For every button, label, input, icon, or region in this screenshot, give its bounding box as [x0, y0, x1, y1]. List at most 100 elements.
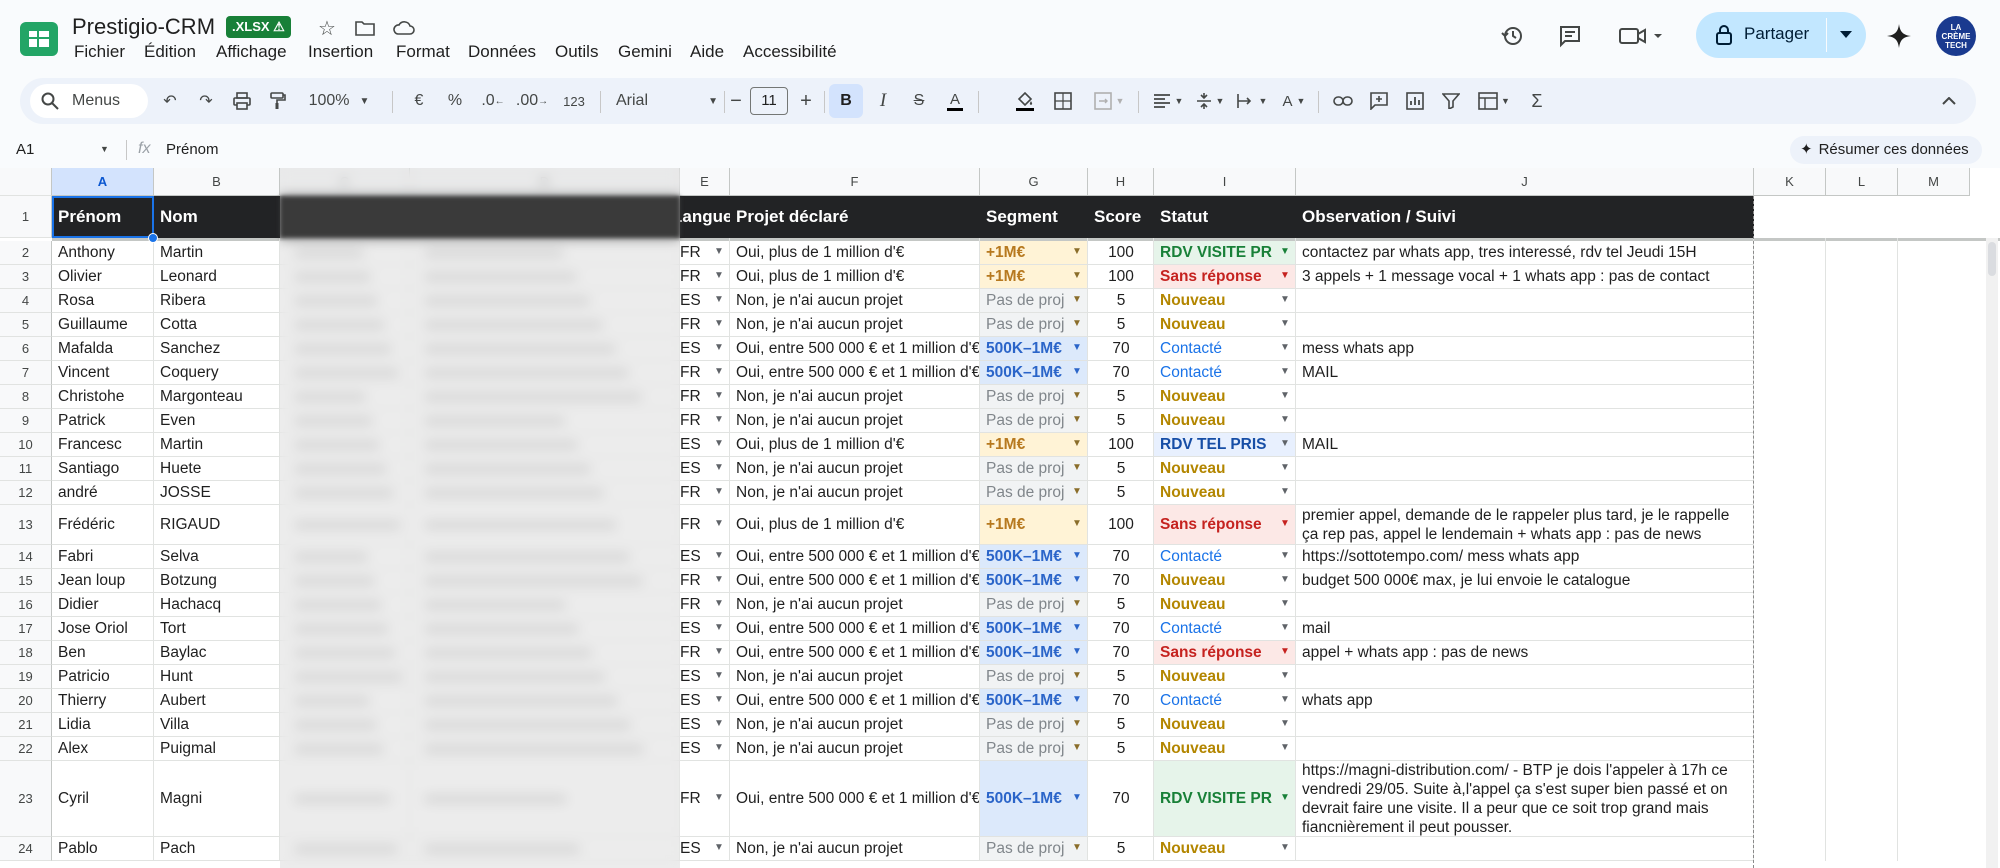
row-header-3[interactable]: 3 [0, 265, 52, 289]
dropdown-arrow-icon[interactable]: ▼ [1072, 550, 1082, 561]
row-header-24[interactable]: 24 [0, 837, 52, 861]
vertical-align-icon[interactable]: ▼ [1190, 78, 1230, 124]
cell-score[interactable]: 70 [1088, 337, 1154, 361]
cell-statut[interactable]: Nouveau [1154, 481, 1296, 505]
menu-format[interactable]: Format [394, 42, 452, 66]
vertical-scrollbar-thumb[interactable] [1988, 242, 1996, 276]
cell-prenom[interactable]: Thierry [52, 689, 154, 713]
cell-nom[interactable]: Pach [154, 837, 280, 861]
header-cell-j[interactable]: Observation / Suivi [1296, 196, 1754, 238]
dropdown-arrow-icon[interactable]: ▼ [714, 414, 724, 425]
column-header-a[interactable]: A [52, 168, 154, 196]
menu-aide[interactable]: Aide [688, 42, 726, 66]
move-folder-icon[interactable] [352, 16, 378, 40]
cell-nom[interactable]: JOSSE [154, 481, 280, 505]
filter-views-icon[interactable]: ▼ [1472, 78, 1516, 124]
dropdown-arrow-icon[interactable]: ▼ [1072, 646, 1082, 657]
cell-prenom[interactable]: Jose Oriol [52, 617, 154, 641]
cell-score[interactable]: 70 [1088, 617, 1154, 641]
cell-nom[interactable]: Sanchez [154, 337, 280, 361]
header-cell-g[interactable]: Segment [980, 196, 1088, 238]
cell-statut[interactable]: RDV VISITE PR [1154, 241, 1296, 265]
dropdown-arrow-icon[interactable]: ▼ [1280, 294, 1290, 305]
cell-observation[interactable]: whats app [1296, 689, 1754, 713]
redo-icon[interactable]: ↷ [190, 78, 222, 124]
dropdown-arrow-icon[interactable]: ▼ [1072, 462, 1082, 473]
column-header-k[interactable]: K [1754, 168, 1826, 196]
cell-score[interactable]: 100 [1088, 433, 1154, 457]
dropdown-arrow-icon[interactable]: ▼ [1072, 792, 1082, 803]
cell-score[interactable]: 100 [1088, 241, 1154, 265]
cell-observation[interactable]: contactez par whats app, tres interessé,… [1296, 241, 1754, 265]
cell-observation[interactable]: https://sottotempo.com/ mess whats app [1296, 545, 1754, 569]
cell-projet[interactable]: Oui, plus de 1 million d'€ [730, 241, 980, 265]
cell-nom[interactable]: RIGAUD [154, 505, 280, 545]
dropdown-arrow-icon[interactable]: ▼ [1280, 742, 1290, 753]
dropdown-arrow-icon[interactable]: ▼ [1280, 246, 1290, 257]
account-avatar[interactable]: LA CRÈME TECH [1936, 16, 1976, 56]
cell-projet[interactable]: Oui, entre 500 000 € et 1 million d'€ [730, 337, 980, 361]
cell-statut[interactable]: Nouveau [1154, 713, 1296, 737]
formula-input[interactable]: Prénom [166, 141, 219, 158]
dropdown-arrow-icon[interactable]: ▼ [1072, 294, 1082, 305]
dropdown-arrow-icon[interactable]: ▼ [714, 598, 724, 609]
cell-score[interactable]: 5 [1088, 837, 1154, 861]
row-header-8[interactable]: 8 [0, 385, 52, 409]
paint-format-icon[interactable] [262, 78, 294, 124]
cell-nom[interactable]: Leonard [154, 265, 280, 289]
cell-observation[interactable]: appel + whats app : pas de news [1296, 641, 1754, 665]
cell-projet[interactable]: Oui, plus de 1 million d'€ [730, 265, 980, 289]
currency-format-button[interactable]: € [404, 78, 434, 124]
print-icon[interactable] [226, 78, 258, 124]
dropdown-arrow-icon[interactable]: ▼ [1280, 842, 1290, 853]
menu-affichage[interactable]: Affichage [214, 42, 289, 66]
menu-insertion[interactable]: Insertion [306, 42, 375, 66]
cell-statut[interactable]: Nouveau [1154, 737, 1296, 761]
cell-nom[interactable]: Martin [154, 241, 280, 265]
column-header-m[interactable]: M [1898, 168, 1970, 196]
cell-observation[interactable] [1296, 665, 1754, 689]
cell-statut[interactable]: Sans réponse [1154, 641, 1296, 665]
cell-observation[interactable]: MAIL [1296, 433, 1754, 457]
cell-prenom[interactable]: Lidia [52, 713, 154, 737]
row-header-9[interactable]: 9 [0, 409, 52, 433]
dropdown-arrow-icon[interactable]: ▼ [1072, 670, 1082, 681]
cell-projet[interactable]: Non, je n'ai aucun projet [730, 713, 980, 737]
row-header-11[interactable]: 11 [0, 457, 52, 481]
increase-font-size-button[interactable]: + [792, 78, 820, 124]
cell-score[interactable]: 70 [1088, 689, 1154, 713]
insert-comment-icon[interactable] [1362, 78, 1396, 124]
cell-score[interactable]: 70 [1088, 761, 1154, 837]
row-header-15[interactable]: 15 [0, 569, 52, 593]
dropdown-arrow-icon[interactable]: ▼ [714, 390, 724, 401]
cell-projet[interactable]: Non, je n'ai aucun projet [730, 385, 980, 409]
dropdown-arrow-icon[interactable]: ▼ [1072, 518, 1082, 529]
cell-score[interactable]: 70 [1088, 545, 1154, 569]
column-header-l[interactable]: L [1826, 168, 1898, 196]
row-header-12[interactable]: 12 [0, 481, 52, 505]
cell-prenom[interactable]: Jean loup [52, 569, 154, 593]
row-header-1[interactable]: 1 [0, 196, 52, 238]
cell-prenom[interactable]: Patrick [52, 409, 154, 433]
column-header-f[interactable]: F [730, 168, 980, 196]
dropdown-arrow-icon[interactable]: ▼ [1072, 622, 1082, 633]
cell-projet[interactable]: Non, je n'ai aucun projet [730, 737, 980, 761]
cell-nom[interactable]: Tort [154, 617, 280, 641]
cell-projet[interactable]: Oui, entre 500 000 € et 1 million d'€ [730, 689, 980, 713]
zoom-select[interactable]: 100% ▼ [304, 78, 374, 124]
horizontal-align-icon[interactable]: ▼ [1148, 78, 1188, 124]
cell-statut[interactable]: Nouveau [1154, 289, 1296, 313]
bold-button[interactable]: B [829, 78, 863, 124]
dropdown-arrow-icon[interactable]: ▼ [714, 792, 724, 803]
dropdown-arrow-icon[interactable]: ▼ [1280, 574, 1290, 585]
functions-icon[interactable]: Σ [1520, 78, 1554, 124]
spreadsheet-grid[interactable]: ABCDEFGHIJKLM1PrénomNomTéléphoneEmailLan… [0, 168, 2000, 868]
dropdown-arrow-icon[interactable]: ▼ [1280, 486, 1290, 497]
cell-observation[interactable] [1296, 289, 1754, 313]
row-header-22[interactable]: 22 [0, 737, 52, 761]
row-header-5[interactable]: 5 [0, 313, 52, 337]
cell-score[interactable]: 5 [1088, 713, 1154, 737]
dropdown-arrow-icon[interactable]: ▼ [714, 486, 724, 497]
row-header-2[interactable]: 2 [0, 241, 52, 265]
dropdown-arrow-icon[interactable]: ▼ [1072, 438, 1082, 449]
